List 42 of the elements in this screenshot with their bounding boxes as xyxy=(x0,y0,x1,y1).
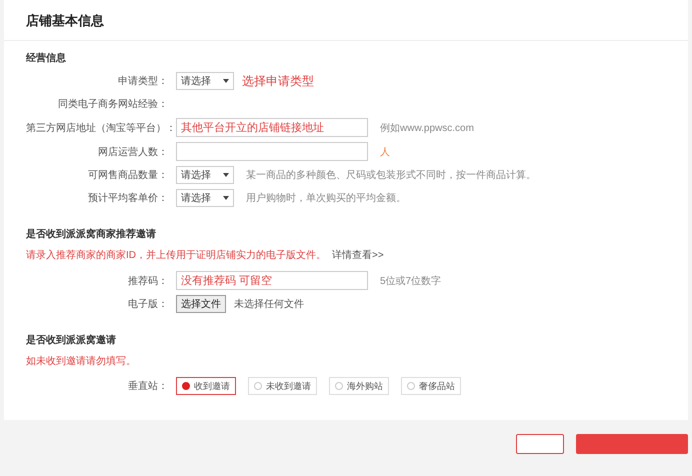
section-title: 经营信息 xyxy=(26,52,67,65)
field-label: 申请类型： xyxy=(117,74,168,88)
section-note: 请录入推荐商家的商家ID，并上传用于证明店铺实力的电子版文件。 详情查看>> xyxy=(26,248,385,262)
section-note: 如未收到邀请请勿填写。 xyxy=(26,354,137,368)
input-field[interactable]: 其他平台开立的店铺链接地址 xyxy=(176,118,368,137)
choose-file-button[interactable]: 选择文件 xyxy=(176,295,226,313)
radio-icon xyxy=(407,382,415,390)
input-field[interactable] xyxy=(176,142,368,161)
caret-icon xyxy=(223,173,229,177)
radio-option[interactable]: 未收到邀请 xyxy=(248,377,317,395)
section-title: 是否收到派派窝邀请 xyxy=(26,333,117,347)
details-link[interactable]: 详情查看>> xyxy=(332,250,384,261)
field-label: 电子版： xyxy=(127,298,168,311)
field-label: 推荐码： xyxy=(127,274,168,288)
radio-option[interactable]: 奢侈品站 xyxy=(401,377,461,395)
back-button[interactable] xyxy=(516,434,564,454)
radio-option[interactable]: 收到邀请 xyxy=(176,377,236,395)
radio-option[interactable]: 海外购站 xyxy=(329,377,389,395)
field-label: 垂直站： xyxy=(127,380,168,393)
page-title: 店铺基本信息 xyxy=(26,12,105,30)
caret-icon xyxy=(223,196,229,200)
next-button[interactable] xyxy=(576,434,688,454)
field-label: 预计平均客单价： xyxy=(87,192,168,205)
hint-text: 例如www.ppwsc.com xyxy=(380,122,474,134)
input-field[interactable]: 没有推荐码 可留空 xyxy=(176,271,368,290)
annotation-text: 选择申请类型 xyxy=(242,72,314,90)
field-label: 可网售商品数量： xyxy=(87,168,168,182)
file-status: 未选择任何文件 xyxy=(234,298,304,311)
radio-icon xyxy=(335,382,343,390)
radio-icon xyxy=(254,382,262,390)
unit-text: 人 xyxy=(380,146,390,158)
caret-icon xyxy=(223,79,229,83)
field-label: 同类电子商务网站经验： xyxy=(57,98,168,111)
select-field[interactable]: 请选择 xyxy=(176,189,234,207)
select-field[interactable]: 请选择 xyxy=(176,72,234,90)
select-field[interactable]: 请选择 xyxy=(176,166,234,184)
hint-text: 某一商品的多种颜色、尺码或包装形式不同时，按一件商品计算。 xyxy=(246,168,536,182)
section-title: 是否收到派派窝商家推荐邀请 xyxy=(26,227,157,241)
field-label: 网店运营人数： xyxy=(97,146,168,158)
hint-text: 用户购物时，单次购买的平均金额。 xyxy=(246,192,406,205)
hint-text: 5位或7位数字 xyxy=(380,274,442,288)
radio-icon xyxy=(182,382,190,390)
